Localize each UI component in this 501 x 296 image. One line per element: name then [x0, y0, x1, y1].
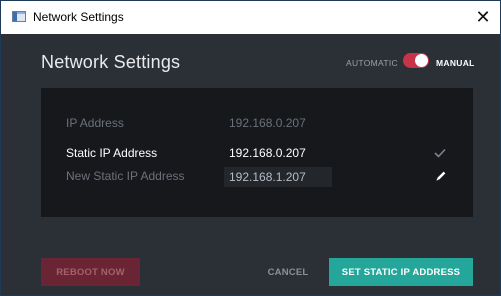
cancel-button[interactable]: CANCEL	[263, 258, 313, 286]
page-title: Network Settings	[41, 52, 181, 72]
pencil-icon[interactable]	[435, 170, 447, 182]
static-ip-label: Static IP Address	[66, 146, 158, 160]
ip-address-value: 192.168.0.207	[229, 116, 306, 130]
ip-address-row: IP Address 192.168.0.207	[41, 114, 473, 134]
static-ip-row: Static IP Address 192.168.0.207	[41, 144, 473, 164]
close-button[interactable]: ✕	[466, 1, 500, 34]
new-static-ip-label: New Static IP Address	[66, 169, 185, 183]
settings-content: Network Settings AUTOMATIC MANUAL IP Add…	[1, 34, 500, 295]
new-static-ip-input[interactable]	[224, 167, 332, 187]
network-settings-window: Network Settings ✕ Network Settings AUTO…	[0, 0, 501, 296]
new-static-ip-row: New Static IP Address	[41, 167, 473, 187]
ip-address-label: IP Address	[66, 116, 124, 130]
check-icon	[434, 148, 446, 158]
toggle-knob	[415, 54, 428, 67]
reboot-now-button[interactable]: REBOOT NOW	[41, 258, 140, 286]
title-bar: Network Settings ✕	[1, 1, 500, 34]
set-static-ip-button[interactable]: SET STATIC IP ADDRESS	[329, 258, 473, 286]
window-title: Network Settings	[33, 10, 124, 24]
mode-manual-label[interactable]: MANUAL	[436, 58, 475, 68]
mode-automatic-label[interactable]: AUTOMATIC	[346, 58, 398, 68]
static-ip-value: 192.168.0.207	[229, 146, 306, 160]
ip-settings-panel: IP Address 192.168.0.207 Static IP Addre…	[41, 88, 473, 217]
mode-toggle[interactable]	[403, 53, 429, 68]
window-app-icon	[12, 11, 26, 22]
